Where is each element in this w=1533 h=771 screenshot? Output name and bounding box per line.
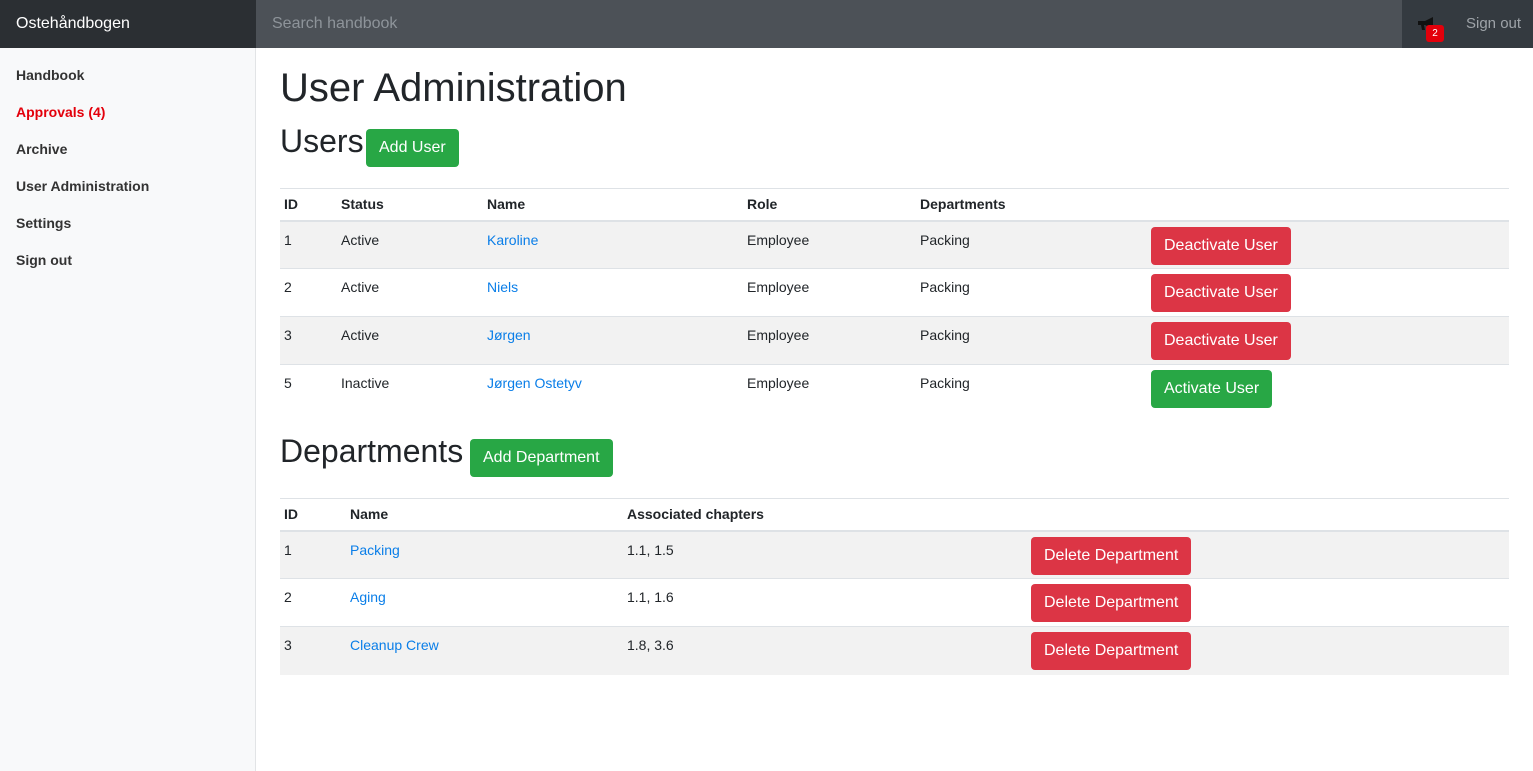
sidebar-item-handbook[interactable]: Handbook xyxy=(16,67,84,83)
users-table-header: ID Status Name Role Departments xyxy=(280,188,1509,222)
signout-link[interactable]: Sign out xyxy=(1466,0,1521,48)
user-status: Inactive xyxy=(337,364,483,413)
user-id: 3 xyxy=(280,316,337,365)
column-header xyxy=(1147,188,1509,222)
department-id: 1 xyxy=(280,530,346,579)
delete-department-button[interactable]: Delete Department xyxy=(1031,536,1192,575)
notifications-button[interactable]: 2 xyxy=(1416,14,1446,44)
notification-count-badge: 2 xyxy=(1426,25,1444,42)
user-name-link[interactable]: Jørgen xyxy=(487,327,531,343)
column-header: Name xyxy=(346,498,623,532)
department-chapters: 1.8, 3.6 xyxy=(623,626,1027,675)
delete-department-button[interactable]: Delete Department xyxy=(1031,584,1192,622)
department-name-link[interactable]: Packing xyxy=(350,542,400,558)
sidebar-item-archive[interactable]: Archive xyxy=(16,141,67,157)
column-header: ID xyxy=(280,498,346,532)
sidebar-item-approvals[interactable]: Approvals (4) xyxy=(16,104,105,120)
search-input[interactable] xyxy=(256,0,1402,48)
user-status: Active xyxy=(337,268,483,317)
department-name-link[interactable]: Cleanup Crew xyxy=(350,637,439,653)
activate-user-button[interactable]: Activate User xyxy=(1151,370,1273,408)
user-name-link[interactable]: Niels xyxy=(487,279,518,295)
column-header: ID xyxy=(280,188,337,222)
column-header: Associated chapters xyxy=(623,498,1027,532)
department-chapters: 1.1, 1.5 xyxy=(623,530,1027,579)
column-header: Status xyxy=(337,188,483,222)
table-row: 2 Active Niels Employee Packing Deactiva… xyxy=(280,268,1509,317)
sidebar-item-sign-out[interactable]: Sign out xyxy=(16,252,72,268)
column-header xyxy=(1027,498,1509,532)
table-row: 3 Active Jørgen Employee Packing Deactiv… xyxy=(280,316,1509,365)
user-departments: Packing xyxy=(916,316,1147,365)
column-header: Name xyxy=(483,188,743,222)
deactivate-user-button[interactable]: Deactivate User xyxy=(1151,274,1291,312)
add-user-button[interactable]: Add User xyxy=(366,129,459,167)
table-row: 5 Inactive Jørgen Ostetyv Employee Packi… xyxy=(280,364,1509,413)
deactivate-user-button[interactable]: Deactivate User xyxy=(1151,322,1291,360)
department-id: 3 xyxy=(280,626,346,675)
user-status: Active xyxy=(337,316,483,365)
users-heading: Users xyxy=(280,123,364,159)
user-status: Active xyxy=(337,220,483,269)
departments-table-header: ID Name Associated chapters xyxy=(280,498,1509,532)
department-id: 2 xyxy=(280,578,346,627)
deactivate-user-button[interactable]: Deactivate User xyxy=(1151,226,1291,265)
sidebar-item-settings[interactable]: Settings xyxy=(16,215,71,231)
user-role: Employee xyxy=(743,316,916,365)
user-role: Employee xyxy=(743,268,916,317)
page-title: User Administration xyxy=(280,66,627,110)
user-id: 1 xyxy=(280,220,337,269)
user-id: 5 xyxy=(280,364,337,413)
brand-logo[interactable]: Ostehåndbogen xyxy=(0,0,256,48)
department-chapters: 1.1, 1.6 xyxy=(623,578,1027,627)
user-id: 2 xyxy=(280,268,337,317)
top-navbar: Ostehåndbogen 2 Sign out xyxy=(0,0,1533,48)
table-row: 1 Active Karoline Employee Packing Deact… xyxy=(280,220,1509,269)
user-role: Employee xyxy=(743,364,916,413)
departments-table: ID Name Associated chapters 1 Packing 1.… xyxy=(280,498,1509,675)
sidebar-item-user-administration[interactable]: User Administration xyxy=(16,178,149,194)
table-row: 2 Aging 1.1, 1.6 Delete Department xyxy=(280,578,1509,627)
column-header: Departments xyxy=(916,188,1147,222)
table-row: 1 Packing 1.1, 1.5 Delete Department xyxy=(280,530,1509,579)
table-row: 3 Cleanup Crew 1.8, 3.6 Delete Departmen… xyxy=(280,626,1509,675)
user-departments: Packing xyxy=(916,220,1147,269)
department-name-link[interactable]: Aging xyxy=(350,589,386,605)
user-departments: Packing xyxy=(916,268,1147,317)
user-departments: Packing xyxy=(916,364,1147,413)
user-name-link[interactable]: Jørgen Ostetyv xyxy=(487,375,582,391)
departments-heading: Departments xyxy=(280,433,464,469)
users-table: ID Status Name Role Departments 1 Active… xyxy=(280,188,1509,413)
user-name-link[interactable]: Karoline xyxy=(487,232,538,248)
add-department-button[interactable]: Add Department xyxy=(470,439,613,477)
user-role: Employee xyxy=(743,220,916,269)
delete-department-button[interactable]: Delete Department xyxy=(1031,632,1192,670)
column-header: Role xyxy=(743,188,916,222)
sidebar: Handbook Approvals (4) Archive User Admi… xyxy=(0,48,256,771)
